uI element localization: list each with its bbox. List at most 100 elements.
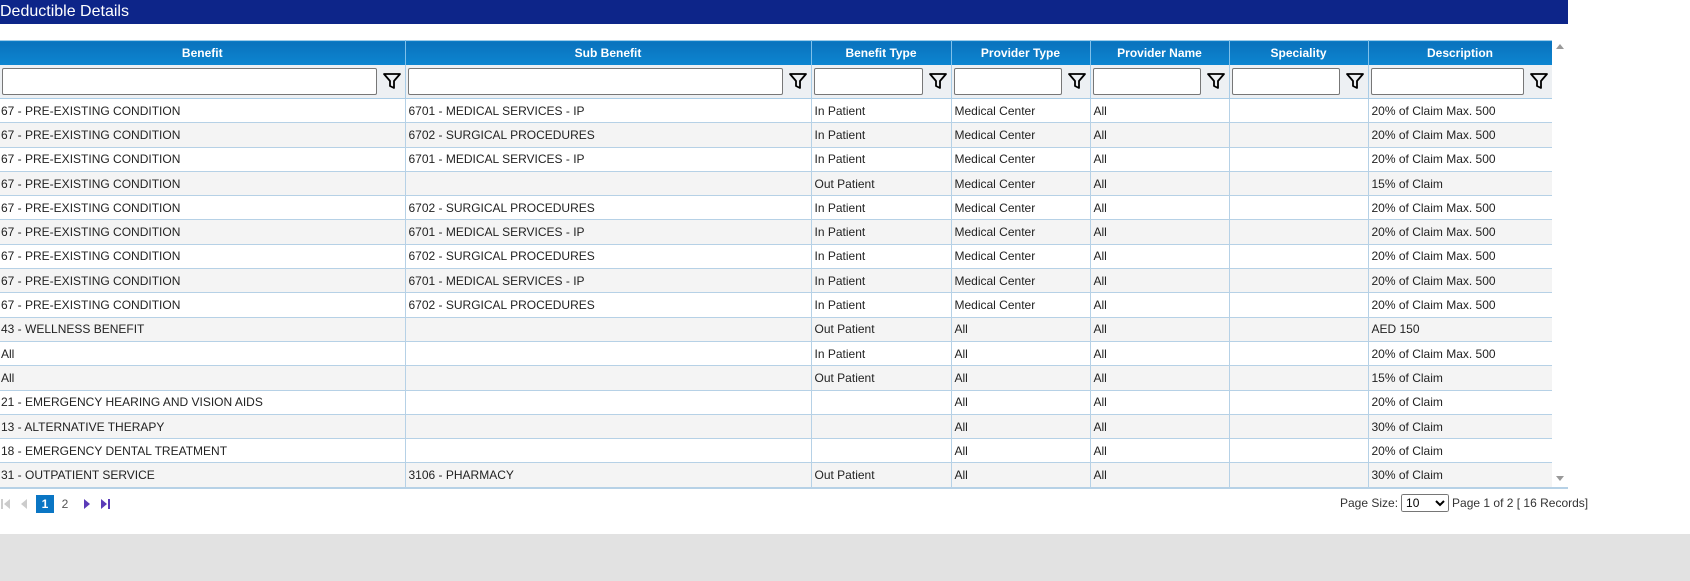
table-row[interactable]: 43 - WELLNESS BENEFIT Out Patient All All AE… <box>0 317 1553 342</box>
filter-input-benefit[interactable] <box>2 67 377 95</box>
cell-provider-name: All <box>1090 98 1230 124</box>
next-page-icon[interactable] <box>82 497 92 511</box>
cell-speciality <box>1229 171 1369 197</box>
table-row[interactable]: 67 - PRE-EXISTING CONDITION 6702 - SURGIC… <box>0 244 1553 270</box>
scroll-down-arrow-icon[interactable] <box>1556 476 1564 481</box>
table-row[interactable]: 31 - OUTPATIENT SERVICE 3106 - PHARMACY Ou… <box>0 462 1553 488</box>
cell-benefit-type: In Patient <box>811 341 952 367</box>
filter-cell-benefit <box>0 64 406 99</box>
cell-provider-name: All <box>1090 365 1230 391</box>
column-header-description[interactable]: Description <box>1368 40 1553 65</box>
cell-provider-name: All <box>1090 390 1230 415</box>
filter-icon[interactable] <box>1205 70 1227 92</box>
filter-icon[interactable] <box>787 70 809 92</box>
cell-speciality <box>1229 341 1369 367</box>
cell-description: 30% of Claim <box>1368 462 1553 488</box>
cell-benefit-type: In Patient <box>811 244 952 270</box>
cell-benefit-type: In Patient <box>811 268 952 294</box>
page-2-button[interactable]: 2 <box>56 495 74 513</box>
cell-speciality <box>1229 195 1369 221</box>
table-row[interactable]: 67 - PRE-EXISTING CONDITION 6701 - MEDICA… <box>0 147 1553 172</box>
table-row[interactable]: All In Patient All All 20% of Claim Max. 500 <box>0 341 1553 367</box>
cell-speciality <box>1229 438 1369 464</box>
cell-speciality <box>1229 292 1369 318</box>
cell-speciality <box>1229 219 1369 245</box>
table-row[interactable]: 67 - PRE-EXISTING CONDITION Out Patient Me… <box>0 171 1553 197</box>
cell-benefit: 67 - PRE-EXISTING CONDITION <box>0 268 406 294</box>
first-page-icon[interactable] <box>0 497 10 511</box>
cell-description: 20% of Claim Max. 500 <box>1368 195 1553 221</box>
table-row[interactable]: 21 - EMERGENCY HEARING AND VISION AIDS Al… <box>0 390 1553 415</box>
cell-provider-name: All <box>1090 147 1230 172</box>
filter-input-provider-name[interactable] <box>1092 67 1201 95</box>
cell-benefit-type: Out Patient <box>811 317 952 342</box>
table-row[interactable]: 67 - PRE-EXISTING CONDITION 6702 - SURGIC… <box>0 292 1553 318</box>
table-row[interactable]: 67 - PRE-EXISTING CONDITION 6701 - MEDICA… <box>0 98 1553 124</box>
table-row[interactable]: 67 - PRE-EXISTING CONDITION 6702 - SURGIC… <box>0 195 1553 221</box>
table-row[interactable]: 67 - PRE-EXISTING CONDITION 6701 - MEDICA… <box>0 219 1553 245</box>
cell-description: 20% of Claim Max. 500 <box>1368 268 1553 294</box>
cell-benefit-type: In Patient <box>811 147 952 172</box>
filter-input-provider-type[interactable] <box>953 67 1062 95</box>
table-row[interactable]: All Out Patient All All 15% of Claim <box>0 365 1553 391</box>
footer-bar <box>0 534 1690 581</box>
cell-description: 20% of Claim <box>1368 438 1553 464</box>
cell-benefit: 31 - OUTPATIENT SERVICE <box>0 462 406 488</box>
page-size-select[interactable]: 10 <box>1401 494 1450 512</box>
cell-provider-type: Medical Center <box>951 292 1091 318</box>
cell-speciality <box>1229 244 1369 270</box>
cell-provider-name: All <box>1090 268 1230 294</box>
cell-sub-benefit: 6701 - MEDICAL SERVICES - IP <box>405 98 812 124</box>
filter-icon[interactable] <box>1066 70 1088 92</box>
cell-speciality <box>1229 462 1369 488</box>
cell-provider-type: Medical Center <box>951 147 1091 172</box>
column-header-provider-name[interactable]: Provider Name <box>1090 40 1230 65</box>
filter-input-sub-benefit[interactable] <box>407 67 783 95</box>
section-title-bar: Deductible Details <box>0 0 1568 24</box>
filter-icon[interactable] <box>381 70 403 92</box>
filter-input-speciality[interactable] <box>1231 67 1340 95</box>
filter-icon[interactable] <box>927 70 949 92</box>
cell-description: 15% of Claim <box>1368 365 1553 391</box>
last-page-icon[interactable] <box>100 497 110 511</box>
cell-benefit: 67 - PRE-EXISTING CONDITION <box>0 292 406 318</box>
filter-input-description[interactable] <box>1370 67 1524 95</box>
cell-description: 20% of Claim Max. 500 <box>1368 122 1553 148</box>
cell-benefit-type: Out Patient <box>811 365 952 391</box>
column-header-speciality[interactable]: Speciality <box>1229 40 1369 65</box>
table-row[interactable]: 67 - PRE-EXISTING CONDITION 6701 - MEDICA… <box>0 268 1553 294</box>
cell-benefit: 67 - PRE-EXISTING CONDITION <box>0 219 406 245</box>
column-header-benefit[interactable]: Benefit <box>0 40 406 65</box>
cell-provider-name: All <box>1090 317 1230 342</box>
cell-provider-name: All <box>1090 219 1230 245</box>
cell-benefit-type: In Patient <box>811 292 952 318</box>
table-row[interactable]: 67 - PRE-EXISTING CONDITION 6702 - SURGIC… <box>0 122 1553 148</box>
vertical-scrollbar[interactable] <box>1552 40 1568 487</box>
cell-benefit: All <box>0 365 406 391</box>
table-row[interactable]: 18 - EMERGENCY DENTAL TREATMENT All All 20%… <box>0 438 1553 464</box>
filter-icon[interactable] <box>1344 70 1366 92</box>
cell-speciality <box>1229 122 1369 148</box>
cell-benefit-type <box>811 390 952 415</box>
cell-description: 15% of Claim <box>1368 171 1553 197</box>
filter-input-benefit-type[interactable] <box>813 67 923 95</box>
cell-benefit: 43 - WELLNESS BENEFIT <box>0 317 406 342</box>
column-header-provider-type[interactable]: Provider Type <box>951 40 1091 65</box>
column-header-sub-benefit[interactable]: Sub Benefit <box>405 40 812 65</box>
cell-sub-benefit: 3106 - PHARMACY <box>405 462 812 488</box>
column-header-benefit-type[interactable]: Benefit Type <box>811 40 952 65</box>
cell-provider-type: All <box>951 414 1091 440</box>
cell-sub-benefit <box>405 317 812 342</box>
cell-benefit: 67 - PRE-EXISTING CONDITION <box>0 244 406 270</box>
prev-page-icon[interactable] <box>18 497 28 511</box>
filter-icon[interactable] <box>1528 70 1550 92</box>
cell-provider-name: All <box>1090 438 1230 464</box>
cell-provider-type: All <box>951 438 1091 464</box>
page-1-button[interactable]: 1 <box>36 495 54 513</box>
cell-speciality <box>1229 414 1369 440</box>
cell-benefit-type: Out Patient <box>811 171 952 197</box>
cell-provider-type: All <box>951 390 1091 415</box>
table-row[interactable]: 13 - ALTERNATIVE THERAPY All All 30% of Cla… <box>0 414 1553 440</box>
cell-benefit-type: In Patient <box>811 122 952 148</box>
scroll-up-arrow-icon[interactable] <box>1556 44 1564 49</box>
